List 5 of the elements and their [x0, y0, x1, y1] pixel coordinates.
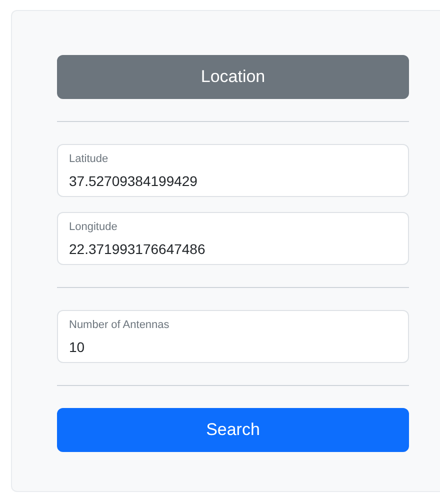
location-button[interactable]: Location [57, 55, 409, 99]
search-button[interactable]: Search [57, 408, 409, 452]
field-label: Number of Antennas [69, 318, 170, 332]
field-label: Latitude [69, 152, 108, 166]
field-label: Longitude [69, 220, 118, 234]
